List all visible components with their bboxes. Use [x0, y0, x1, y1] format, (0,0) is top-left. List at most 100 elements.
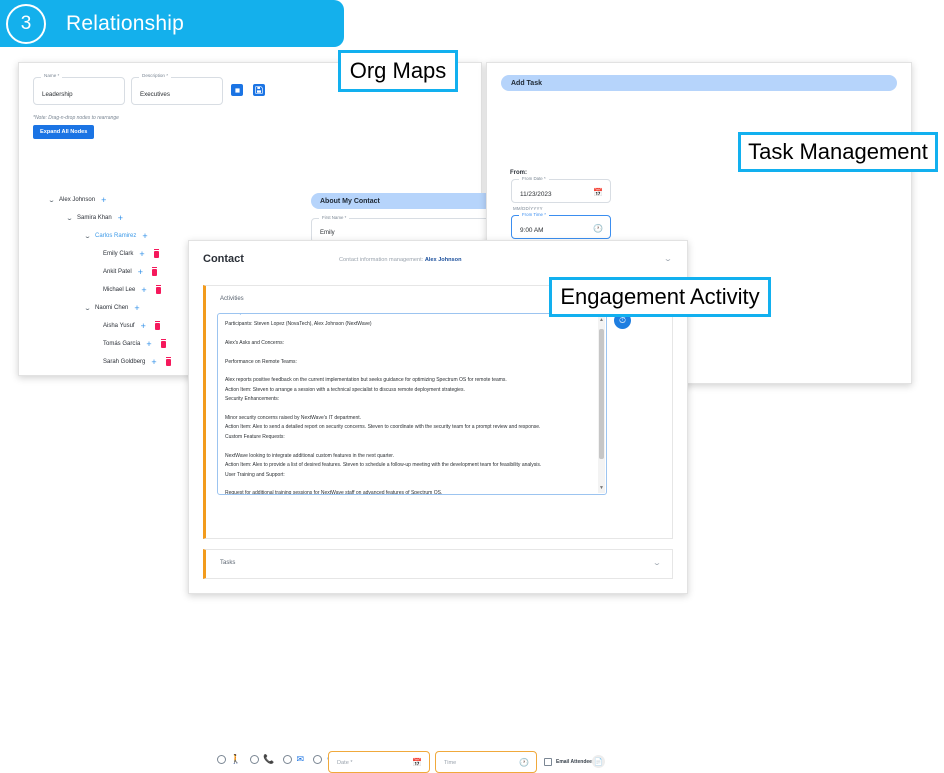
add-node-icon[interactable]: +	[118, 213, 123, 223]
activity-scrollbar[interactable]: ▲ ▼	[598, 315, 605, 493]
activity-time-field[interactable]: Time 🕐	[435, 751, 537, 773]
step-header: 3 Relationship	[0, 0, 344, 47]
add-node-icon[interactable]: +	[141, 321, 146, 331]
delete-node-icon[interactable]	[160, 338, 166, 348]
callout-org-maps: Org Maps	[338, 50, 458, 92]
add-square-icon[interactable]	[231, 84, 243, 96]
tree-node[interactable]: ⌄ Carlos Ramirez +	[49, 227, 171, 245]
scrollbar-thumb[interactable]	[599, 329, 604, 459]
add-node-icon[interactable]: +	[141, 285, 146, 295]
org-description-value: Executives	[140, 91, 170, 98]
delete-node-icon[interactable]	[151, 266, 157, 276]
tree-node-label: Emily Clark	[103, 251, 134, 257]
tree-node-label: Naomi Chen	[95, 305, 129, 311]
email-attendees-checkbox[interactable]	[544, 758, 552, 766]
org-description-label: Description *	[139, 73, 172, 78]
tree-node[interactable]: Sarah Goldberg +	[49, 353, 171, 371]
activity-textarea[interactable]: Activity * Participants: Steven Lopez (N…	[217, 313, 607, 495]
envelope-icon[interactable]: ✉	[296, 755, 304, 764]
tree-node-label: Sarah Goldberg	[103, 359, 146, 365]
about-my-contact-header: About My Contact	[311, 193, 493, 209]
tree-node-label: Michael Lee	[103, 287, 136, 293]
chevron-down-icon[interactable]: ⌄	[84, 233, 92, 240]
tree-node[interactable]: Michael Lee +	[49, 281, 171, 299]
chevron-down-icon[interactable]: ⌄	[66, 215, 74, 222]
field-value: Emily	[320, 230, 335, 236]
activity-date-field[interactable]: Date * 📅	[328, 751, 430, 773]
from-date-value: 11/23/2023	[520, 191, 552, 198]
tree-node[interactable]: ⌄ Alex Johnson +	[48, 191, 171, 209]
tree-node[interactable]: Tomás García +	[49, 335, 171, 353]
page-title: Relationship	[66, 11, 184, 35]
contact-subtitle: Contact information management: Alex Joh…	[339, 257, 462, 263]
activity-time-placeholder: Time	[444, 760, 457, 766]
attach-file-icon[interactable]: 📄	[592, 755, 605, 768]
save-disk-icon[interactable]	[253, 84, 265, 96]
from-time-value: 9:00 AM	[520, 227, 544, 234]
person-meeting-icon[interactable]: 🚶	[230, 755, 241, 764]
add-task-header: Add Task	[501, 75, 897, 91]
activities-label: Activities	[220, 296, 244, 302]
activity-field-label: Activity *	[225, 314, 248, 315]
email-attendees-label: Email Attendees	[556, 759, 595, 765]
contact-subtitle-prefix: Contact information management:	[339, 257, 424, 263]
date-format-hint: MM/DD/YYYY	[513, 206, 543, 211]
org-tree: ⌄ Alex Johnson + ⌄ Samira Khan + ⌄ Carlos Ramir…	[48, 191, 171, 371]
chevron-up-icon[interactable]: ⌄	[663, 255, 672, 263]
tree-node[interactable]: Emily Clark +	[49, 245, 171, 263]
tree-node-label: Alex Johnson	[59, 197, 96, 203]
tree-node-label: Ankit Patel	[103, 269, 132, 275]
tree-node-label: Tomás García	[103, 341, 141, 347]
org-description-field[interactable]: Description * Executives	[131, 73, 223, 105]
add-node-icon[interactable]: +	[151, 357, 156, 367]
email-attendees-row[interactable]: Email Attendees	[544, 758, 595, 766]
tree-node[interactable]: ⌄ Naomi Chen +	[49, 299, 171, 317]
expand-all-nodes-button[interactable]: Expand All Nodes	[33, 125, 95, 139]
drag-drop-note: *Note: Drag-n-drop nodes to rearrange	[33, 115, 119, 121]
org-name-field[interactable]: Name * Leadership	[33, 73, 125, 105]
activity-type-radio[interactable]	[250, 755, 260, 764]
delete-node-icon[interactable]	[154, 320, 160, 330]
delete-node-icon[interactable]	[165, 356, 171, 366]
delete-node-icon[interactable]	[153, 248, 159, 258]
scroll-up-icon[interactable]: ▲	[599, 317, 604, 323]
contact-subtitle-name: Alex Johnson	[424, 257, 462, 263]
activity-type-radio-group: 🚶📞✉🗨	[217, 755, 346, 764]
chevron-down-icon[interactable]: ⌄	[84, 305, 92, 312]
chevron-down-icon[interactable]: ⌄	[652, 559, 661, 567]
tree-node-label: Carlos Ramirez	[95, 233, 137, 239]
add-node-icon[interactable]: +	[138, 267, 143, 277]
tasks-accordion-label: Tasks	[220, 560, 236, 566]
activity-date-placeholder: Date *	[337, 760, 353, 766]
from-date-label: From Date *	[519, 176, 549, 181]
org-name-value: Leadership	[42, 91, 73, 98]
activity-type-radio[interactable]	[217, 755, 226, 764]
tree-node[interactable]: Aisha Yusuf +	[49, 317, 171, 335]
clock-icon[interactable]: 🕐	[593, 225, 603, 233]
from-date-field[interactable]: From Date * 11/23/2023 📅	[511, 176, 611, 203]
scroll-down-icon[interactable]: ▼	[599, 485, 604, 491]
tasks-accordion[interactable]: Tasks ⌄	[203, 549, 673, 579]
tree-node-label: Aisha Yusuf	[103, 323, 135, 329]
activity-type-radio[interactable]	[283, 755, 293, 764]
calendar-icon[interactable]: 📅	[412, 758, 422, 767]
org-name-label: Name *	[41, 73, 63, 78]
from-time-field[interactable]: From Time * 9:00 AM 🕐	[511, 212, 611, 239]
add-node-icon[interactable]: +	[134, 303, 139, 313]
add-node-icon[interactable]: +	[101, 195, 106, 205]
tree-node[interactable]: ⌄ Samira Khan +	[49, 209, 171, 227]
add-node-icon[interactable]: +	[146, 339, 151, 349]
calendar-icon[interactable]: 📅	[593, 189, 603, 197]
delete-node-icon[interactable]	[155, 284, 161, 294]
add-node-icon[interactable]: +	[142, 231, 147, 241]
clock-icon[interactable]: 🕐	[519, 758, 529, 767]
from-time-label: From Time *	[519, 212, 549, 217]
callout-engagement-activity: Engagement Activity	[549, 277, 771, 317]
phone-icon[interactable]: 📞	[263, 755, 274, 764]
tree-node-label: Samira Khan	[77, 215, 112, 221]
tree-node[interactable]: Ankit Patel +	[49, 263, 171, 281]
add-node-icon[interactable]: +	[139, 249, 144, 259]
chevron-down-icon[interactable]: ⌄	[48, 197, 56, 204]
activity-type-radio[interactable]	[312, 755, 322, 764]
activity-text-content: Participants: Steven Lopez (NovaTech), A…	[225, 321, 542, 495]
